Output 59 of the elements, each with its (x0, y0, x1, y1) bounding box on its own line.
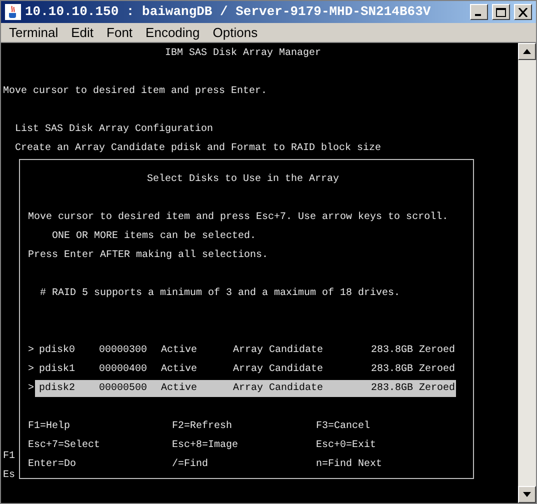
table-cell-text: 283.8GB Zeroed (371, 382, 456, 396)
function-key-hint: F3=Cancel (316, 421, 370, 432)
table-cell-text: 283.8GB Zeroed (371, 344, 456, 358)
table-cell-text: pdisk1 (39, 362, 76, 377)
menu-item[interactable]: Edit (71, 22, 94, 42)
menu-item[interactable]: Options (212, 22, 258, 42)
down-arrow-icon (523, 492, 531, 497)
cursor-marker: > (28, 344, 35, 358)
close-button[interactable] (514, 4, 532, 20)
function-key-hint: Esc+8=Image (172, 440, 238, 451)
table-cell-text: 283.8GB Zeroed (371, 362, 456, 377)
note-text: # RAID 5 supports a minimum of 3 and a maximum of 18 drives. (40, 288, 400, 299)
table-cell-text: Active (161, 344, 198, 358)
function-key-hint: n=Find Next (316, 459, 382, 470)
window-title: 10.10.10.150 : baiwangDB / Server-9179-MHD-SN214B63V (25, 3, 432, 22)
function-key-hint: Esc+7=Select (28, 440, 100, 451)
screen-text: Es (3, 470, 16, 481)
table-cell-text: 00000400 (99, 363, 148, 377)
instruction-text: Move cursor to desired item and press Esc+7. Use arrow keys to scroll. (28, 212, 448, 223)
instruction-text: ONE OR MORE items can be selected. (51, 231, 256, 242)
table-cell-text: Active (161, 362, 198, 377)
close-icon (518, 8, 528, 16)
terminal-heading: IBM SAS Disk Array Manager (165, 48, 322, 59)
menu-item[interactable]: Terminal (9, 22, 58, 42)
table-cell-text: Array Candidate (233, 344, 324, 358)
maximize-icon (496, 8, 506, 16)
dialog-title: Select Disks to Use in the Array (147, 174, 340, 185)
instruction-text: Press Enter AFTER making all selections. (28, 250, 268, 261)
disk-row[interactable]: pdisk0 00000300 Active Array Candidate 283.8GB Zeroed (35, 342, 456, 359)
menu-option: Create an Array Candidate pdisk and Format to RAID block size (15, 143, 382, 154)
menu-option: List SAS Disk Array Configuration (15, 124, 214, 135)
instruction-text: Move cursor to desired item and press Enter. (3, 86, 268, 97)
cursor-marker: > (28, 382, 35, 396)
function-key-hint: /=Find (172, 459, 208, 470)
menu-item[interactable]: Font (106, 22, 133, 42)
table-cell-text: Array Candidate (233, 382, 324, 396)
table-cell-text: 00000300 (99, 344, 148, 358)
function-key-hint: Enter=Do (28, 459, 76, 470)
table-cell-text: Array Candidate (233, 362, 324, 377)
minimize-button[interactable] (470, 4, 488, 20)
screen-text: F1 (3, 451, 16, 462)
up-arrow-icon (523, 49, 531, 54)
maximize-button[interactable] (492, 4, 510, 20)
disk-row[interactable]: pdisk2 00000500 Active Array Candidate 283.8GB Zeroed (35, 380, 456, 397)
scroll-up-button[interactable] (518, 43, 536, 60)
scroll-down-button[interactable] (518, 486, 536, 503)
menu-item[interactable]: Encoding (146, 22, 200, 42)
table-cell-text: pdisk0 (39, 344, 76, 358)
function-key-hint: F2=Refresh (172, 421, 232, 432)
table-cell-text: Active (161, 382, 198, 396)
function-key-hint: F1=Help (28, 421, 70, 432)
table-cell-text: 00000500 (99, 382, 148, 396)
function-key-hint: Esc+0=Exit (316, 440, 376, 451)
disk-row[interactable]: pdisk1 00000400 Active Array Candidate 283.8GB Zeroed (35, 361, 456, 378)
minimize-icon (475, 14, 481, 16)
scrollbar[interactable] (518, 43, 536, 503)
cup-icon (5, 4, 21, 20)
table-cell-text: pdisk2 (39, 382, 76, 396)
cursor-marker: > (28, 363, 35, 377)
